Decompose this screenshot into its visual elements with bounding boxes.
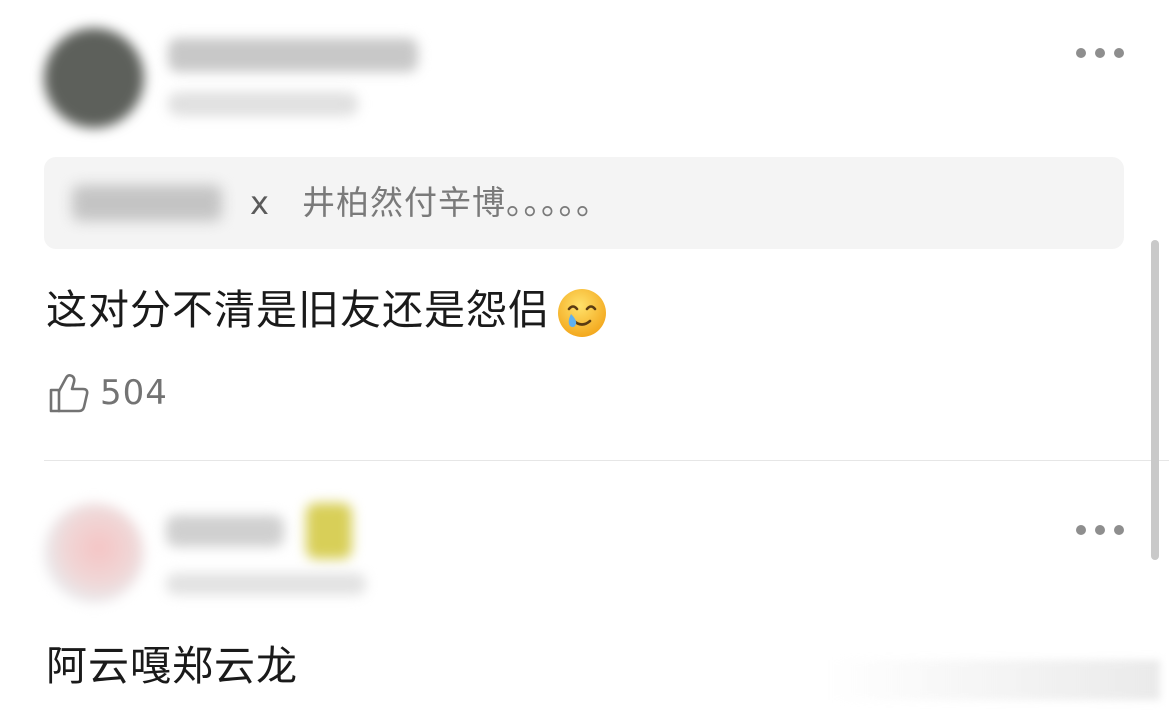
badge-blurred [306, 503, 352, 559]
more-options-button[interactable] [1076, 42, 1124, 64]
quote-separator: x [250, 184, 269, 222]
more-dot-icon [1076, 48, 1086, 58]
more-dot-icon [1076, 525, 1086, 535]
more-dot-icon [1114, 48, 1124, 58]
more-options-button[interactable] [1076, 519, 1124, 541]
thumbs-up-icon [49, 374, 89, 413]
quoted-text: 井柏然付辛博。。。。。 [302, 183, 610, 222]
avatar[interactable] [44, 503, 144, 603]
quoted-reply[interactable]: x 井柏然付辛博。。。。。 [44, 157, 1124, 249]
avatar[interactable] [44, 28, 144, 128]
meta-info-blurred [166, 573, 366, 595]
crying-smile-emoji-icon [558, 289, 606, 337]
more-dot-icon [1114, 525, 1124, 535]
meta-info-blurred [168, 92, 358, 116]
bottom-bar-blurred [830, 660, 1160, 700]
comment-item: x 井柏然付辛博。。。。。 这对分不清是旧友还是怨侣 504 [0, 0, 1169, 460]
like-button[interactable]: 504 [46, 368, 168, 418]
more-dot-icon [1095, 525, 1105, 535]
comment-list: x 井柏然付辛博。。。。。 这对分不清是旧友还是怨侣 504 阿云嘎郑云龙 [0, 0, 1169, 710]
like-count: 504 [100, 373, 168, 413]
comment-text: 阿云嘎郑云龙 [46, 642, 298, 690]
comment-body: 阿云嘎郑云龙 [46, 638, 298, 694]
more-dot-icon [1095, 48, 1105, 58]
scrollbar[interactable] [1151, 240, 1159, 560]
quoted-username-blurred [72, 185, 222, 221]
comment-text: 这对分不清是旧友还是怨侣 [46, 286, 550, 334]
username-blurred [166, 515, 284, 547]
username-blurred [168, 38, 418, 72]
comment-body: 这对分不清是旧友还是怨侣 [46, 282, 610, 341]
